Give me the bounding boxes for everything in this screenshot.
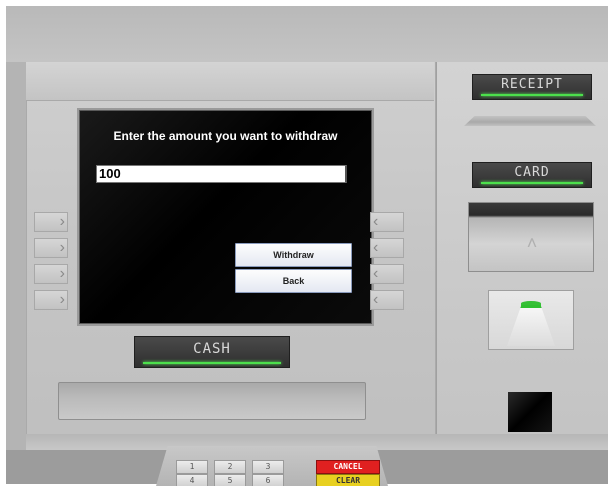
cash-dispenser-slot[interactable] — [58, 382, 366, 420]
side-key-right-3[interactable]: ‹ — [370, 264, 404, 284]
cash-led-indicator — [143, 362, 281, 364]
key-5[interactable]: 5 — [214, 474, 246, 486]
withdraw-button[interactable]: Withdraw — [235, 243, 352, 267]
side-key-right-4[interactable]: ‹ — [370, 290, 404, 310]
key-3[interactable]: 3 — [252, 460, 284, 474]
atm-screen: Enter the amount you want to withdraw 10… — [79, 110, 372, 324]
key-6[interactable]: 6 — [252, 474, 284, 486]
key-2[interactable]: 2 — [214, 460, 246, 474]
cash-label: CASH — [193, 341, 231, 357]
card-label: CARD — [514, 165, 550, 180]
receipt-label-plate: RECEIPT — [472, 74, 592, 100]
scanner-pad-icon — [507, 305, 555, 346]
camera-sensor — [508, 392, 552, 432]
fingerprint-scanner[interactable] — [488, 290, 574, 350]
side-key-left-2[interactable]: › — [34, 238, 68, 258]
side-key-right-2[interactable]: ‹ — [370, 238, 404, 258]
amount-input[interactable]: 100 — [96, 165, 347, 183]
receipt-label: RECEIPT — [501, 77, 563, 92]
card-insert-arrow-icon: ˄ — [526, 233, 538, 253]
cancel-key[interactable]: CANCEL — [316, 460, 380, 474]
receipt-led-indicator — [481, 94, 583, 96]
back-button[interactable]: Back — [235, 269, 352, 293]
screen-title: Enter the amount you want to withdraw — [113, 129, 338, 143]
card-label-plate: CARD — [472, 162, 592, 188]
atm-panel-header — [26, 62, 434, 101]
key-1[interactable]: 1 — [176, 460, 208, 474]
side-key-left-3[interactable]: › — [34, 264, 68, 284]
pin-keypad: 1 2 3 CANCEL 4 5 6 CLEAR — [156, 446, 388, 486]
atm-machine: Enter the amount you want to withdraw 10… — [6, 6, 608, 484]
card-led-indicator — [481, 182, 583, 184]
card-reader-slot[interactable]: ˄ — [468, 202, 594, 272]
clear-key[interactable]: CLEAR — [316, 474, 380, 486]
side-key-left-1[interactable]: › — [34, 212, 68, 232]
side-key-left-4[interactable]: › — [34, 290, 68, 310]
atm-left-strip — [6, 62, 26, 452]
side-key-right-1[interactable]: ‹ — [370, 212, 404, 232]
cash-label-plate: CASH — [134, 336, 290, 368]
atm-top-band — [6, 6, 608, 62]
key-4[interactable]: 4 — [176, 474, 208, 486]
